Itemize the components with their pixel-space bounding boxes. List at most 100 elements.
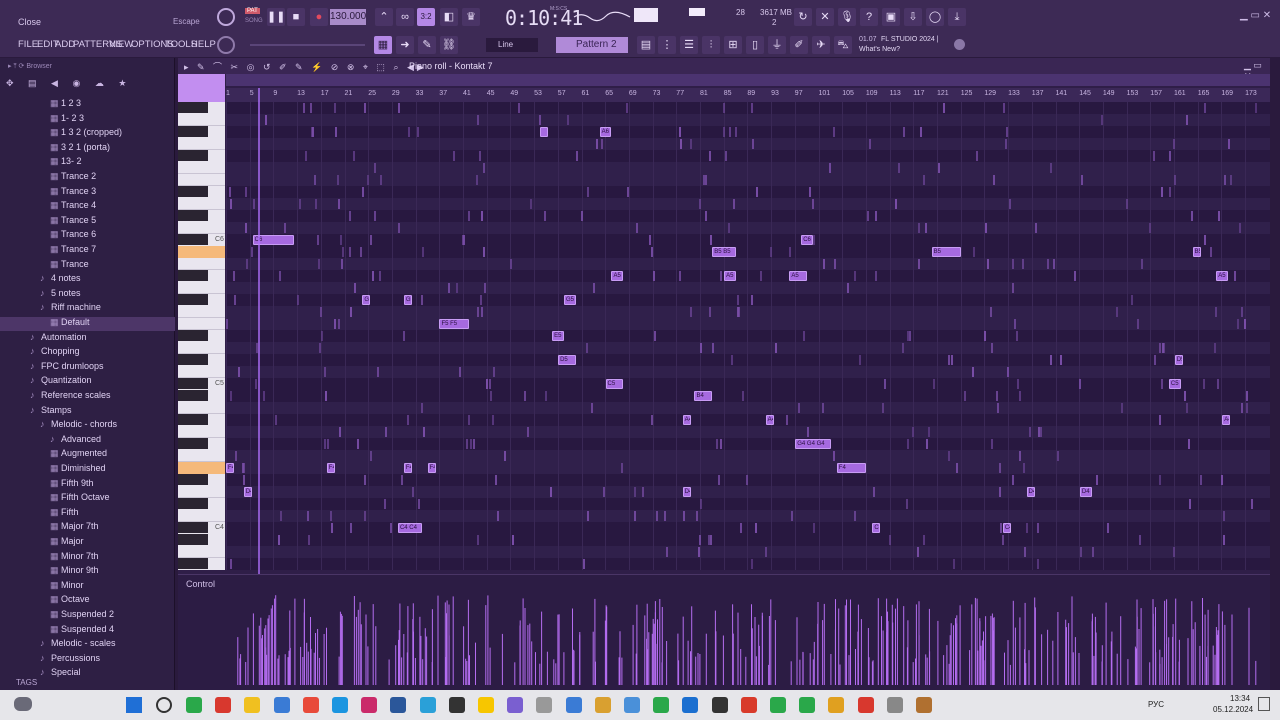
note[interactable] xyxy=(545,391,548,401)
note[interactable] xyxy=(705,175,708,185)
note[interactable] xyxy=(338,319,341,329)
black-key[interactable] xyxy=(178,498,208,509)
note[interactable]: A4 xyxy=(682,415,691,425)
black-key[interactable] xyxy=(178,390,208,401)
note[interactable] xyxy=(722,103,725,113)
note[interactable]: C4 xyxy=(872,523,881,533)
note[interactable] xyxy=(250,247,253,257)
black-key[interactable] xyxy=(178,558,208,569)
note[interactable] xyxy=(246,259,249,269)
bar-number[interactable]: 121 xyxy=(937,90,949,97)
note[interactable] xyxy=(1204,103,1207,113)
note[interactable] xyxy=(923,175,926,185)
note[interactable] xyxy=(797,403,800,413)
clock-time[interactable]: 13:34 xyxy=(1230,694,1250,703)
black-key[interactable] xyxy=(178,378,208,389)
note[interactable] xyxy=(992,175,995,185)
note[interactable] xyxy=(971,367,974,377)
step-edit-icon[interactable]: 3:2 xyxy=(417,8,435,26)
note[interactable] xyxy=(1106,523,1109,533)
note[interactable] xyxy=(822,403,825,413)
bar-number[interactable]: 1 xyxy=(226,90,230,97)
note[interactable] xyxy=(492,415,495,425)
note[interactable] xyxy=(1101,115,1104,125)
browser-item[interactable]: ♪ Reference scales xyxy=(0,390,175,404)
note[interactable] xyxy=(1046,259,1049,269)
note[interactable] xyxy=(654,331,657,341)
note[interactable]: E5 xyxy=(552,331,564,341)
note[interactable] xyxy=(699,535,702,545)
bar-number[interactable]: 173 xyxy=(1245,90,1257,97)
note[interactable] xyxy=(1169,187,1172,197)
bar-number[interactable]: 49 xyxy=(510,90,518,97)
note[interactable] xyxy=(906,499,909,509)
note[interactable] xyxy=(649,235,652,245)
note[interactable] xyxy=(709,307,712,317)
note[interactable] xyxy=(334,127,337,137)
bar-number[interactable]: 149 xyxy=(1103,90,1115,97)
taskbar-app-icon[interactable] xyxy=(565,697,582,713)
note[interactable] xyxy=(950,355,953,365)
taskbar-app-icon[interactable] xyxy=(507,697,524,713)
channel-rack-icon[interactable]: ☰ xyxy=(680,36,698,54)
overview-scrollbar[interactable] xyxy=(226,74,1270,86)
note[interactable] xyxy=(1240,403,1243,413)
arrow-icon[interactable]: ➜ xyxy=(396,36,414,54)
note[interactable] xyxy=(895,199,898,209)
note[interactable] xyxy=(984,331,987,341)
note[interactable] xyxy=(790,511,793,521)
metronome-icon[interactable]: ⌃ xyxy=(375,8,393,26)
note[interactable] xyxy=(465,439,468,449)
note[interactable] xyxy=(1131,295,1134,305)
note[interactable] xyxy=(353,151,356,161)
note[interactable] xyxy=(1019,391,1022,401)
note[interactable] xyxy=(408,127,411,137)
note[interactable] xyxy=(952,559,955,569)
note[interactable] xyxy=(1172,139,1175,149)
note[interactable] xyxy=(906,439,909,449)
note[interactable] xyxy=(1005,127,1008,137)
browser-item[interactable]: ▦ Trance 4 xyxy=(0,200,175,214)
black-key[interactable] xyxy=(178,150,208,161)
note[interactable] xyxy=(390,523,393,533)
note[interactable] xyxy=(828,163,831,173)
note[interactable]: C4 C4 xyxy=(397,523,422,533)
note[interactable] xyxy=(1160,379,1163,389)
note[interactable] xyxy=(923,535,926,545)
note[interactable] xyxy=(411,487,414,497)
note[interactable] xyxy=(321,331,324,341)
note[interactable] xyxy=(943,103,946,113)
note[interactable] xyxy=(279,511,282,521)
note[interactable] xyxy=(1185,403,1188,413)
browser-item[interactable]: ♪ Percussions xyxy=(0,653,175,667)
note[interactable] xyxy=(928,427,931,437)
note[interactable] xyxy=(1159,475,1162,485)
note[interactable] xyxy=(326,439,329,449)
note[interactable] xyxy=(540,127,549,137)
play-button[interactable]: ❚❚ xyxy=(267,8,285,26)
note[interactable] xyxy=(1189,499,1192,509)
note[interactable] xyxy=(420,295,423,305)
note[interactable] xyxy=(1081,175,1084,185)
bar-number[interactable]: 113 xyxy=(890,90,901,97)
note[interactable] xyxy=(858,355,861,365)
note[interactable]: D4 xyxy=(243,487,252,497)
note[interactable] xyxy=(873,487,876,497)
note[interactable] xyxy=(1174,175,1177,185)
note[interactable] xyxy=(226,319,229,329)
note[interactable] xyxy=(723,127,726,137)
taskbar-app-icon[interactable] xyxy=(886,697,903,713)
note[interactable] xyxy=(316,235,319,245)
note[interactable] xyxy=(341,259,344,269)
note[interactable] xyxy=(334,319,336,329)
note[interactable] xyxy=(353,283,356,293)
note[interactable] xyxy=(626,187,629,197)
note[interactable]: A4 xyxy=(1222,415,1231,425)
note[interactable] xyxy=(461,235,464,245)
note[interactable] xyxy=(234,451,237,461)
note[interactable] xyxy=(1241,307,1244,317)
bar-number[interactable]: 93 xyxy=(771,90,779,97)
note[interactable] xyxy=(371,271,374,281)
note[interactable] xyxy=(416,127,419,137)
note[interactable]: B5 B5 xyxy=(712,247,736,257)
